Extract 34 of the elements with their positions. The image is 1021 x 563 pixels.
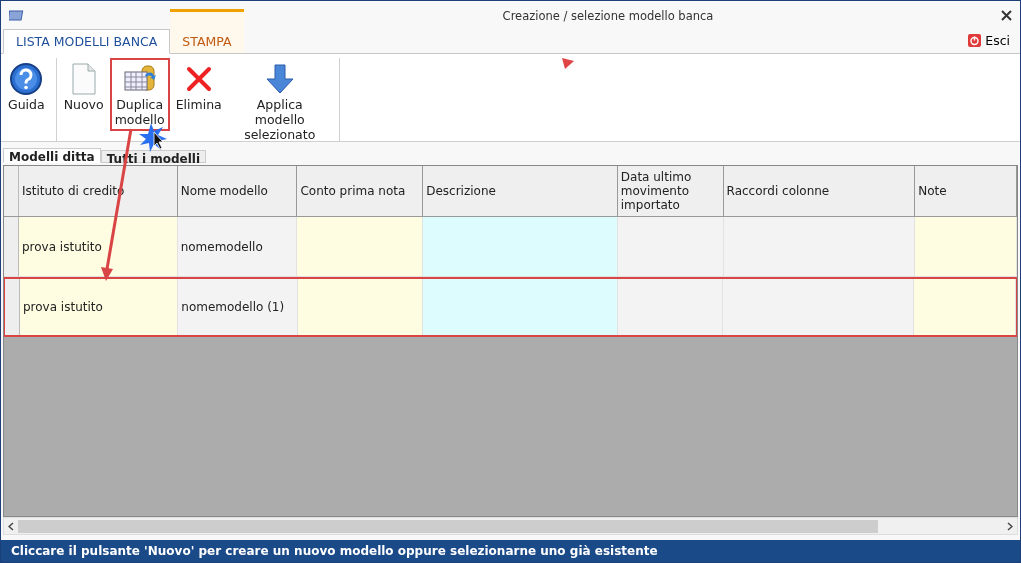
ribbon-tab[interactable]: STAMPA <box>170 9 244 53</box>
scroll-right-icon[interactable] <box>1007 521 1013 531</box>
toolbar-button[interactable]: Applica modello selezionato <box>227 58 332 146</box>
close-icon[interactable] <box>1001 10 1012 21</box>
toolbar-button[interactable]: Duplica modello <box>109 58 170 131</box>
scroll-left-icon[interactable] <box>8 521 14 531</box>
table-cell: nomemodello (1) <box>178 279 298 335</box>
table-cell: prova istutito <box>18 217 178 276</box>
sub-tab[interactable]: Modelli ditta <box>3 148 101 163</box>
delete-icon <box>184 65 213 93</box>
column-header[interactable]: Data ultimo movimento importato <box>617 166 724 216</box>
toolbar-button[interactable]: Guida <box>4 58 49 116</box>
highlighted-row[interactable]: prova istutito nomemodello (1) <box>4 277 1017 337</box>
status-bar: Cliccare il pulsante 'Nuovo' per creare un nuovo modello oppure selezionarne uno già esistente <box>1 540 1020 562</box>
horizontal-scrollbar[interactable] <box>3 517 1018 535</box>
column-header[interactable]: Nome modello <box>177 166 298 216</box>
toolbar-button[interactable]: Elimina <box>171 58 226 116</box>
column-header[interactable]: Raccordi colonne <box>723 166 916 216</box>
power-icon <box>968 34 982 47</box>
pointer-triangle-icon <box>562 58 574 69</box>
column-header[interactable]: Descrizione <box>423 166 618 216</box>
toolbar-button[interactable]: Nuovo <box>59 58 108 116</box>
exit-button[interactable]: Esci <box>962 32 1016 49</box>
table-cell: nomemodello <box>177 217 298 276</box>
column-header[interactable]: Conto prima nota <box>297 166 424 216</box>
ribbon-tab[interactable]: LISTA MODELLI BANCA <box>3 29 171 54</box>
column-header[interactable]: Note <box>915 166 1017 216</box>
app-icon <box>9 8 25 23</box>
window-title: Creazione / selezione modello banca <box>501 8 715 23</box>
help-icon <box>9 62 44 96</box>
table-row[interactable]: prova istutito nomemodello <box>4 217 1017 277</box>
document-icon <box>70 63 97 95</box>
table-cell: prova istutito <box>19 279 179 335</box>
down-arrow-icon <box>265 64 294 94</box>
